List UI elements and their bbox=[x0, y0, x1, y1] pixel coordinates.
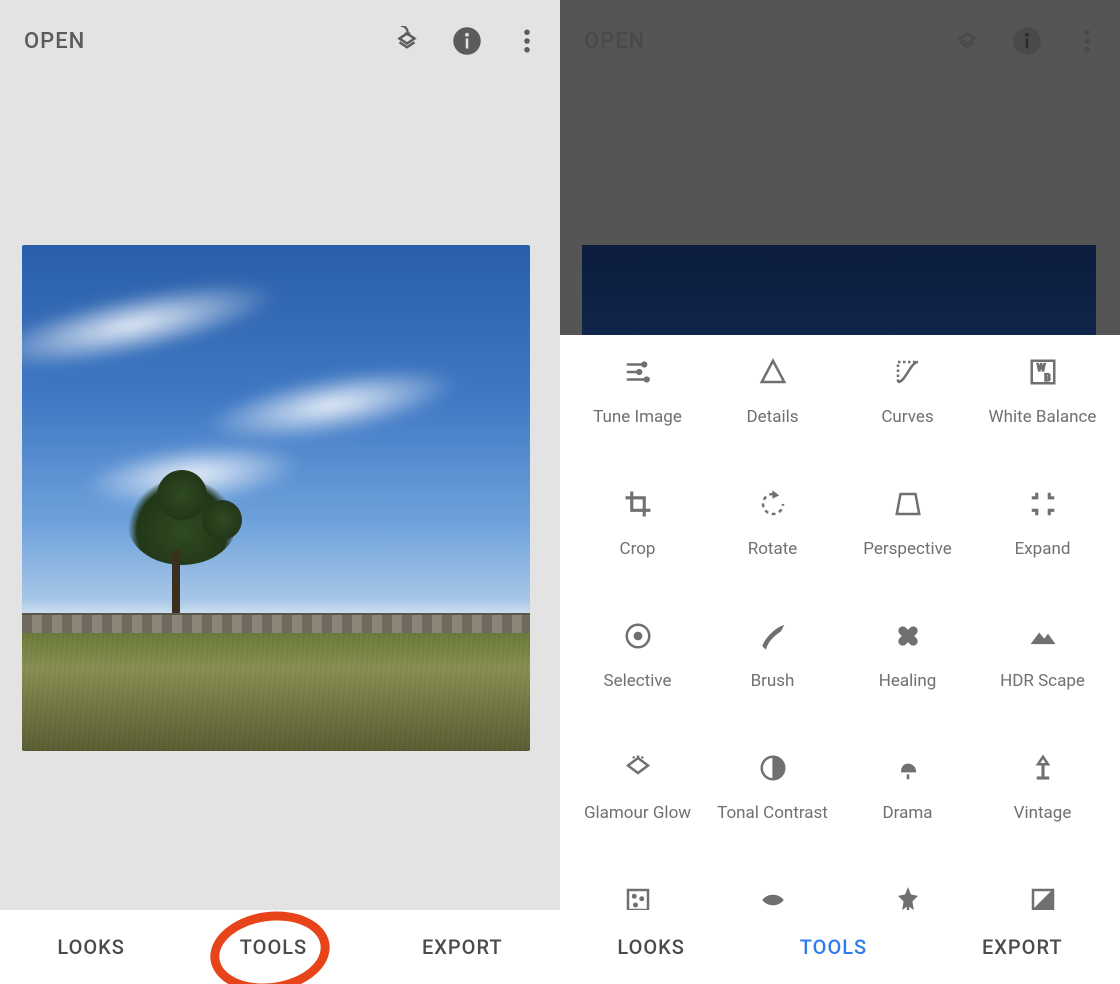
tool-label: Perspective bbox=[863, 539, 951, 579]
tool-expand[interactable]: Expand bbox=[975, 487, 1110, 579]
tool-label: White Balance bbox=[989, 407, 1097, 447]
tools-sheet: Tune Image Details Curves WB White Balanc… bbox=[560, 335, 1120, 910]
canvas-photo[interactable] bbox=[22, 245, 530, 751]
screen-left-main: OPEN LOOKS TOOLS EXPORT bbox=[0, 0, 560, 984]
brush-icon bbox=[756, 619, 790, 653]
tool-healing[interactable]: Healing bbox=[840, 619, 975, 711]
tool-label: Tune Image bbox=[593, 407, 682, 447]
more-menu-icon[interactable] bbox=[1072, 26, 1102, 56]
healing-icon bbox=[891, 619, 925, 653]
tool-tonal-contrast[interactable]: Tonal Contrast bbox=[705, 751, 840, 843]
tool-label: Curves bbox=[881, 407, 933, 447]
drama-icon bbox=[891, 751, 925, 785]
tune-image-icon bbox=[621, 355, 655, 389]
topbar-right: OPEN bbox=[560, 0, 1120, 82]
tool-details[interactable]: Details bbox=[705, 355, 840, 447]
tool-curves[interactable]: Curves bbox=[840, 355, 975, 447]
tool-label: HDR Scape bbox=[1000, 671, 1085, 711]
tool-label: Tonal Contrast bbox=[717, 803, 828, 843]
tool-brush[interactable]: Brush bbox=[705, 619, 840, 711]
more-menu-icon[interactable] bbox=[512, 26, 542, 56]
undo-stack-icon[interactable] bbox=[952, 26, 982, 56]
hdr-scape-icon bbox=[1026, 619, 1060, 653]
tool-tune-image[interactable]: Tune Image bbox=[570, 355, 705, 447]
tool-label: Rotate bbox=[748, 539, 798, 579]
vintage-icon bbox=[1026, 751, 1060, 785]
curves-icon bbox=[891, 355, 925, 389]
tool-vintage[interactable]: Vintage bbox=[975, 751, 1110, 843]
expand-icon bbox=[1026, 487, 1060, 521]
tool-label: Brush bbox=[751, 671, 795, 711]
tool-glamour-glow[interactable]: Glamour Glow bbox=[570, 751, 705, 843]
tool-hdr-scape[interactable]: HDR Scape bbox=[975, 619, 1110, 711]
tab-tools[interactable]: TOOLS bbox=[240, 935, 307, 959]
tool-label: Expand bbox=[1015, 539, 1071, 579]
screen-right-tools: OPEN Tune Image Details Curves WB White B… bbox=[560, 0, 1120, 984]
white-balance-icon: WB bbox=[1026, 355, 1060, 389]
open-button[interactable]: OPEN bbox=[584, 29, 645, 54]
rotate-icon bbox=[756, 487, 790, 521]
tool-label: Vintage bbox=[1014, 803, 1072, 843]
tool-label: Healing bbox=[879, 671, 937, 711]
crop-icon bbox=[621, 487, 655, 521]
tool-drama[interactable]: Drama bbox=[840, 751, 975, 843]
svg-text:B: B bbox=[1044, 373, 1050, 384]
bottom-tabs-right: LOOKS TOOLS EXPORT bbox=[560, 910, 1120, 984]
info-icon[interactable] bbox=[1012, 26, 1042, 56]
open-button[interactable]: OPEN bbox=[24, 29, 85, 54]
tool-crop[interactable]: Crop bbox=[570, 487, 705, 579]
tool-label: Drama bbox=[883, 803, 933, 843]
details-icon bbox=[756, 355, 790, 389]
tool-selective[interactable]: Selective bbox=[570, 619, 705, 711]
tool-label: Crop bbox=[620, 539, 656, 579]
undo-stack-icon[interactable] bbox=[392, 26, 422, 56]
bottom-tabs-left: LOOKS TOOLS EXPORT bbox=[0, 910, 560, 984]
perspective-icon bbox=[891, 487, 925, 521]
tonal-contrast-icon bbox=[756, 751, 790, 785]
info-icon[interactable] bbox=[452, 26, 482, 56]
selective-icon bbox=[621, 619, 655, 653]
tool-perspective[interactable]: Perspective bbox=[840, 487, 975, 579]
topbar-icons bbox=[392, 26, 542, 56]
tab-export[interactable]: EXPORT bbox=[982, 935, 1063, 959]
tab-looks[interactable]: LOOKS bbox=[57, 935, 124, 959]
topbar-icons bbox=[952, 26, 1102, 56]
tab-tools[interactable]: TOOLS bbox=[800, 935, 867, 959]
dimmed-area: OPEN bbox=[560, 0, 1120, 335]
topbar-left: OPEN bbox=[0, 0, 560, 82]
tool-label: Details bbox=[746, 407, 798, 447]
tool-white-balance[interactable]: WB White Balance bbox=[975, 355, 1110, 447]
tab-looks[interactable]: LOOKS bbox=[617, 935, 684, 959]
glamour-glow-icon bbox=[621, 751, 655, 785]
tab-export[interactable]: EXPORT bbox=[422, 935, 503, 959]
tool-label: Glamour Glow bbox=[584, 803, 691, 843]
tool-label: Selective bbox=[604, 671, 672, 711]
tool-rotate[interactable]: Rotate bbox=[705, 487, 840, 579]
